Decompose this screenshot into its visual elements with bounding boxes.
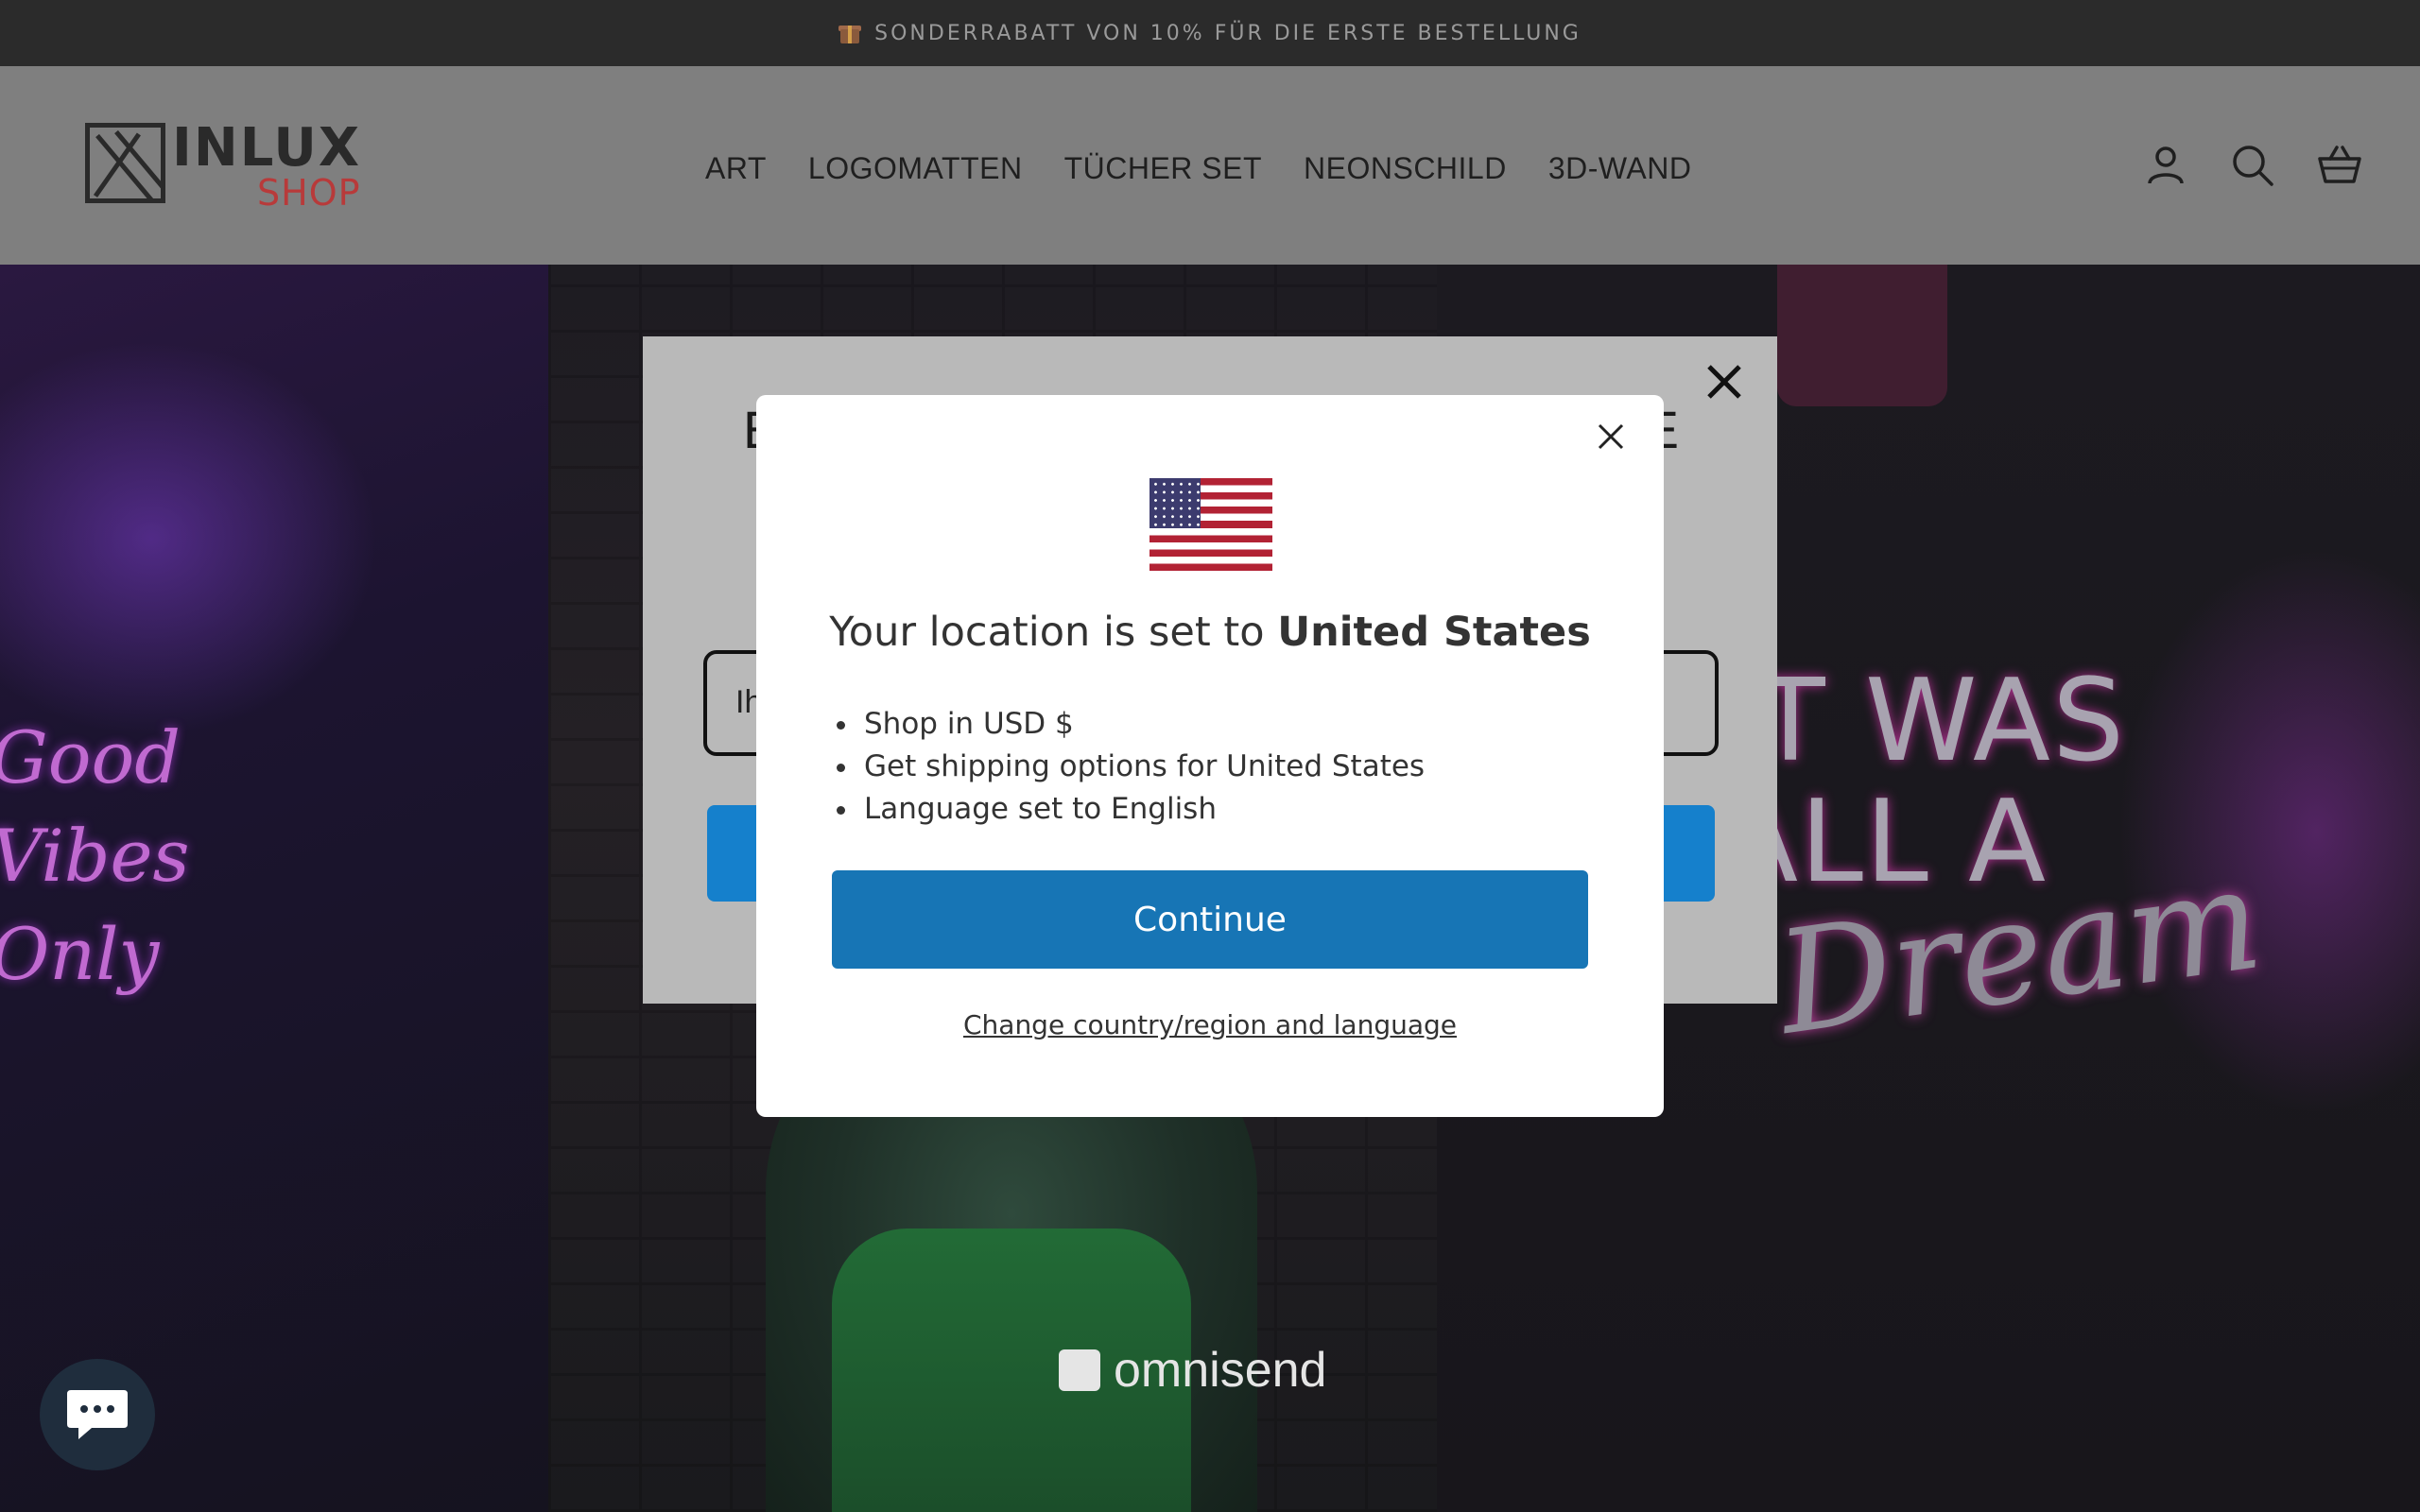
search-icon[interactable]	[2229, 142, 2276, 189]
announcement-text: SONDERRABATT VON 10% FÜR DIE ERSTE BESTE…	[874, 21, 1582, 45]
logo-word-shop: SHOP	[257, 172, 361, 214]
gift-icon	[838, 22, 862, 44]
nav-item-tuecher-set[interactable]: TÜCHER SET	[1064, 151, 1262, 186]
list-item: Shop in USD $	[860, 703, 1425, 746]
nav-item-art[interactable]: ART	[705, 151, 767, 186]
location-title: Your location is set to United States	[829, 609, 1591, 656]
site-logo[interactable]: INLUX SHOP	[85, 117, 361, 217]
nav-item-3d-wand[interactable]: 3D-WAND	[1548, 151, 1692, 186]
continue-button[interactable]: Continue	[832, 870, 1588, 969]
chat-icon	[67, 1390, 128, 1439]
signup-close-icon[interactable]	[1703, 361, 1745, 403]
us-flag-icon	[1150, 478, 1272, 571]
list-item: Language set to English	[860, 788, 1425, 831]
account-icon[interactable]	[2142, 142, 2189, 189]
nav-item-logomatten[interactable]: LOGOMATTEN	[808, 151, 1023, 186]
hero-image-left: Good Vibes Only	[0, 265, 548, 1512]
chat-button[interactable]	[40, 1359, 155, 1470]
location-modal: Your location is set to United States Sh…	[756, 395, 1664, 1117]
header-icons	[2142, 142, 2363, 189]
main-nav: ART LOGOMATTEN TÜCHER SET NEONSCHILD 3D-…	[705, 151, 1691, 186]
omnisend-badge: omnisend	[1059, 1342, 1326, 1399]
logo-word-inlux: INLUX	[172, 117, 362, 179]
nav-item-neonschild[interactable]: NEONSCHILD	[1304, 151, 1507, 186]
neon-sign-good-vibes: Good Vibes Only	[0, 715, 190, 996]
change-country-link[interactable]: Change country/region and language	[756, 1009, 1664, 1040]
site-header: INLUX SHOP ART LOGOMATTEN TÜCHER SET NEO…	[0, 66, 2420, 265]
list-item: Get shipping options for United States	[860, 746, 1425, 788]
logo-mark-icon	[85, 123, 165, 203]
announcement-bar: SONDERRABATT VON 10% FÜR DIE ERSTE BESTE…	[0, 0, 2420, 66]
close-icon[interactable]	[1588, 414, 1634, 459]
omnisend-logo-icon	[1059, 1349, 1100, 1391]
location-benefits-list: Shop in USD $ Get shipping options for U…	[860, 703, 1425, 831]
cart-icon[interactable]	[2316, 142, 2363, 189]
